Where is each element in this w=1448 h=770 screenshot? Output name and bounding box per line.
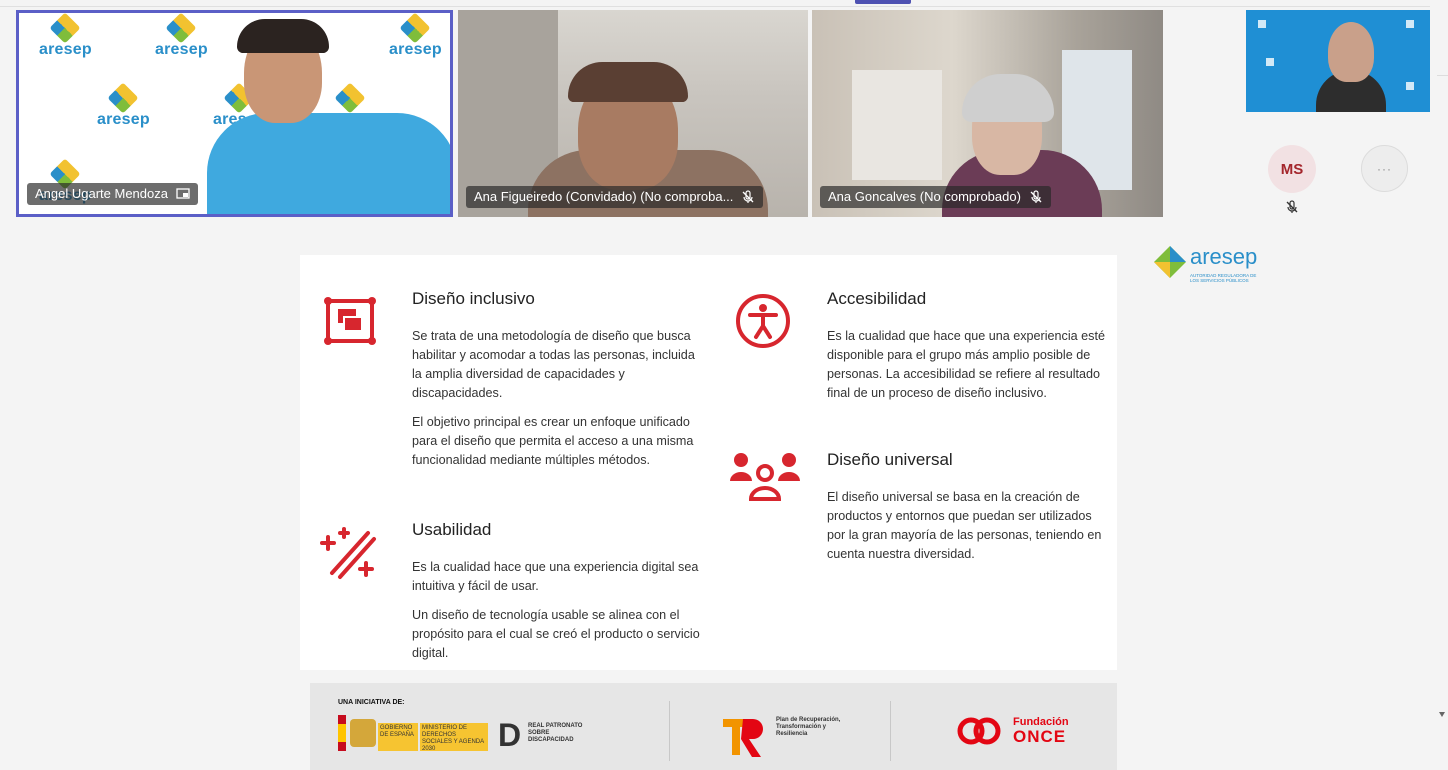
accessibility-icon [736,294,790,348]
aresep-bg-logo: aresep [155,13,208,59]
aresep-bg-logo [334,82,366,114]
footer-divider [669,701,670,761]
section-universal-design: Diseño universal El diseño universal se … [827,450,1107,574]
top-divider [0,6,1430,7]
section-title: Accesibilidad [827,289,927,308]
mic-off-icon [1286,200,1298,213]
recovery-plan-logo-icon [723,719,763,757]
real-patronato-text: REAL PATRONATO SOBRE DISCAPACIDAD [528,723,583,743]
mic-off-icon [742,190,754,203]
section-inclusive-design: Diseño inclusivo Se trata de una metodol… [412,289,702,480]
more-icon: ··· [1377,161,1392,176]
participant-name: Angel Ugarte Mendoza [35,186,168,201]
participant-face [1328,22,1374,82]
logo-subtitle: AUTORIDAD REGULADORA DE LOS SERVICIOS PÚ… [1190,273,1257,283]
section-paragraph: Es la cualidad que hace que una experien… [827,329,1105,400]
section-title: Usabilidad [412,520,492,539]
section-paragraph: Se trata de una metodología de diseño qu… [412,329,695,400]
logo-text: aresep [1190,244,1258,269]
active-tab-indicator [855,0,911,4]
room-window [852,70,942,180]
flag-icon [338,715,346,751]
more-participants-button[interactable]: ··· [1361,145,1408,192]
bg-pattern [1406,82,1414,90]
participant-name: Ana Goncalves (No comprobado) [828,189,1021,204]
inclusive-design-icon [324,297,376,345]
section-title: Diseño universal [827,450,953,469]
section-accessibility: Accesibilidad Es la cualidad que hace qu… [827,289,1107,413]
section-title: Diseño inclusivo [412,289,535,308]
people-group-icon [730,453,800,501]
fundacion-once-text: Fundación ONCE [1013,716,1069,745]
section-paragraph: El objetivo principal es crear un enfoqu… [412,415,694,467]
recovery-plan-text: Plan de Recuperación, Transformación y R… [776,717,841,737]
participant-figure [207,113,450,214]
real-patronato-mark: D [498,717,522,753]
aresep-logo: aresep AUTORIDAD REGULADORA DE LOS SERVI… [1152,242,1262,288]
participant-hair [568,62,688,102]
coat-of-arms-icon [350,719,376,747]
gobierno-espana-logo: GOBIERNO DE ESPAÑA MINISTERIO DE DERECHO… [338,715,488,752]
participant-name-label: Ana Figueiredo (Convidado) (No comproba.… [466,186,764,208]
participant-name: Ana Figueiredo (Convidado) (No comproba.… [474,189,734,204]
once-line-2: ONCE [1013,727,1067,746]
slide-footer: UNA INICIATIVA DE: GOBIERNO DE ESPAÑA MI… [310,683,1117,770]
participant-name-label: Ana Goncalves (No comprobado) [820,186,1051,208]
section-paragraph: Un diseño de tecnología usable se alinea… [412,608,700,660]
bg-pattern [1406,20,1414,28]
bg-pattern [1258,20,1266,28]
section-usability: Usabilidad Es la cualidad hace que una e… [412,520,702,673]
aresep-bg-logo: aresep [389,13,442,59]
participant-hair [962,74,1054,122]
section-paragraph: Es la cualidad hace que una experiencia … [412,560,699,593]
bg-pattern [1266,58,1274,66]
self-view-tile[interactable] [1246,10,1430,112]
video-tile-ana-goncalves[interactable]: Ana Goncalves (No comprobado) [812,10,1163,217]
magic-wand-icon [320,527,376,579]
ministry-text: MINISTERIO DE DERECHOS SOCIALES Y AGENDA… [420,723,488,752]
fundacion-once-logo-icon [957,717,1001,745]
participant-avatar-ms[interactable]: MS [1268,145,1316,193]
screen-share-icon [176,188,190,199]
video-tile-angel[interactable]: aresep aresep aresep aresep aresep arese… [16,10,453,217]
video-tile-ana-figueiredo[interactable]: Ana Figueiredo (Convidado) (No comproba.… [458,10,808,217]
avatar-initials: MS [1280,160,1304,178]
gov-text: GOBIERNO DE ESPAÑA [378,723,418,751]
footer-divider [890,701,891,761]
scrollbar-track-top [1437,75,1448,76]
participant-name-label: Angel Ugarte Mendoza [27,183,198,205]
mic-off-icon [1030,190,1042,203]
aresep-gem-icon [1154,246,1186,278]
scroll-down-arrow-icon[interactable] [1439,712,1445,717]
participant-hair [237,19,329,53]
aresep-bg-logo: aresep [97,82,150,129]
aresep-bg-logo: aresep [39,13,92,59]
section-paragraph: El diseño universal se basa en la creaci… [827,490,1102,561]
shared-slide: Diseño inclusivo Se trata de una metodol… [300,255,1117,670]
initiative-label: UNA INICIATIVA DE: [338,699,405,706]
